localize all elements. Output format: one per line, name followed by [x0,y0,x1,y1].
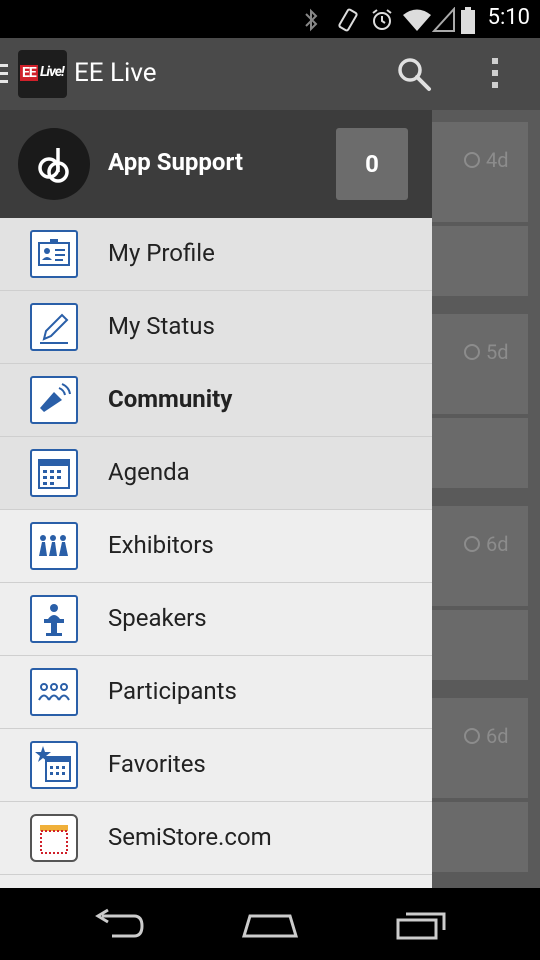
background-card [432,610,528,680]
navigation-drawer: App Support 0 My Profile My Status Commu… [0,110,432,888]
menu-item-agenda[interactable]: Agenda [0,437,432,510]
store-icon [30,814,78,862]
menu-item-label: Agenda [108,458,190,486]
app-support-logo-icon [38,148,69,183]
background-card [432,802,528,872]
logo-ee-text: EE [20,65,38,81]
background-content: 4d 5d 6d 6d [432,110,540,888]
notification-count-badge[interactable]: 0 [336,128,408,200]
system-nav-bar [0,888,540,960]
menu-item-my-profile[interactable]: My Profile [0,218,432,291]
background-card: 5d [432,314,528,414]
card-time: 6d [486,532,509,556]
card-time: 6d [486,724,509,748]
menu-item-label: Exhibitors [108,531,214,559]
menu-item-label: My Status [108,312,215,340]
drawer-indicator-icon[interactable] [0,64,8,84]
alarm-icon [372,9,392,30]
menu-item-label: SemiStore.com [108,823,272,851]
background-card: 4d [432,122,528,222]
overflow-menu-icon[interactable] [492,58,500,94]
menu-item-my-status[interactable]: My Status [0,291,432,364]
menu-item-exhibitors[interactable]: Exhibitors [0,510,432,583]
background-card: 6d [432,506,528,606]
menu-item-speakers[interactable]: Speakers [0,583,432,656]
card-time: 4d [486,148,509,172]
drawer-header[interactable]: App Support 0 [0,110,432,218]
battery-icon [461,7,475,34]
profile-card-icon [30,230,78,278]
menu-item-favorites[interactable]: Favorites [0,729,432,802]
clock-icon [464,728,480,744]
app-logo[interactable]: EE Live! [18,50,67,98]
bluetooth-icon [305,8,318,32]
exhibitors-icon [30,522,78,570]
menu-item-label: Speakers [108,604,207,632]
calendar-icon [30,449,78,497]
background-card [432,226,528,296]
home-icon[interactable] [240,908,300,942]
logo-live-text: Live! [40,64,65,80]
back-icon[interactable] [92,908,148,942]
vibrate-icon [338,8,358,32]
menu-item-label: Favorites [108,750,206,778]
status-time: 5:10 [487,5,530,30]
background-card: 6d [432,698,528,798]
background-card [432,418,528,488]
podium-icon [30,595,78,643]
app-support-avatar [18,128,90,200]
menu-item-participants[interactable]: Participants [0,656,432,729]
drawer-menu: My Profile My Status Community Agenda Ex… [0,218,432,875]
drawer-header-title: App Support [108,148,243,176]
star-calendar-icon [30,741,78,789]
menu-item-community[interactable]: Community [0,364,432,437]
menu-item-label: Participants [108,677,237,705]
clock-icon [464,152,480,168]
app-title[interactable]: EE Live [74,58,157,88]
recent-apps-icon[interactable] [394,908,450,942]
action-bar: EE Live! EE Live [0,38,540,110]
signal-icon [432,7,455,32]
people-icon [30,668,78,716]
wifi-icon [403,9,431,31]
card-time: 5d [486,340,509,364]
pencil-icon [30,303,78,351]
clock-icon [464,344,480,360]
menu-item-semistore[interactable]: SemiStore.com [0,802,432,875]
menu-item-label: My Profile [108,239,215,267]
clock-icon [464,536,480,552]
status-bar: 5:10 [0,0,540,38]
megaphone-icon [30,376,78,424]
search-icon[interactable] [396,56,432,92]
menu-item-label: Community [108,385,233,413]
